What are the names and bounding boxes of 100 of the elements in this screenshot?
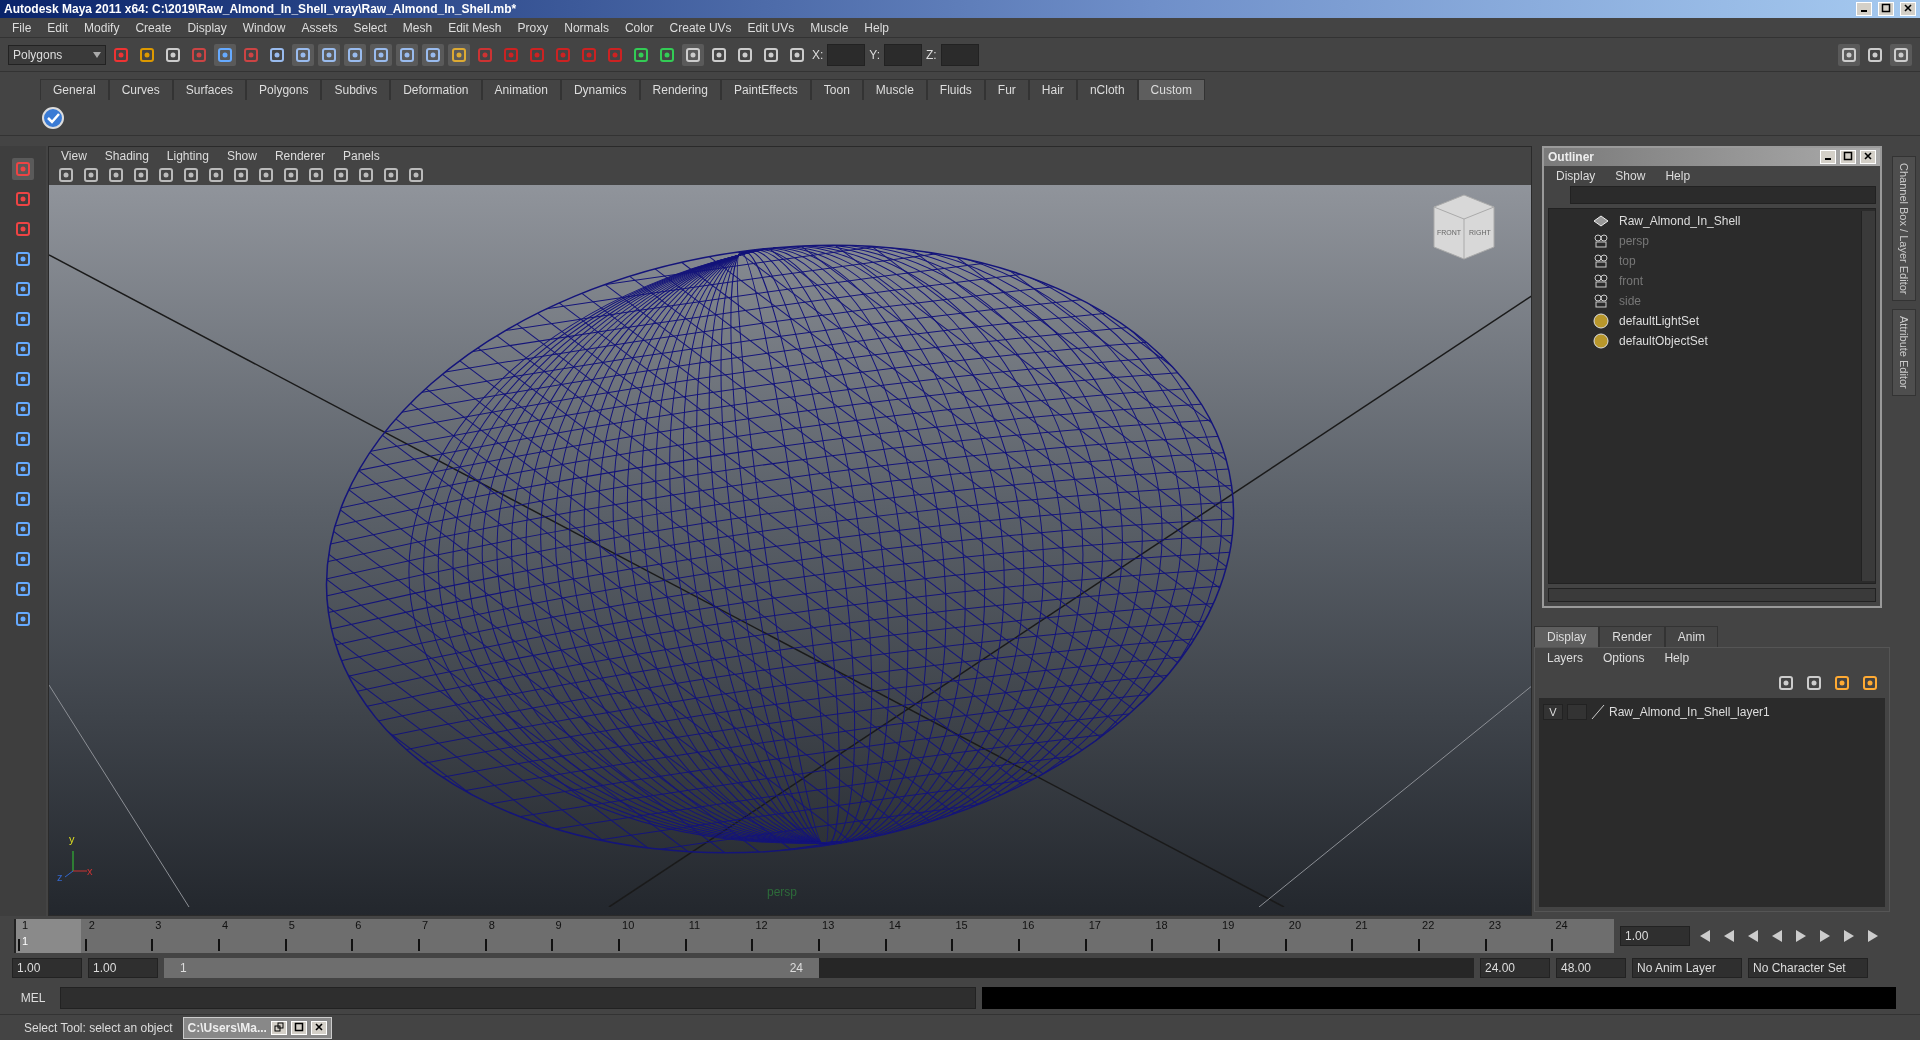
side-tab[interactable]: Attribute Editor <box>1892 309 1916 397</box>
menu-item[interactable]: Display <box>179 20 235 35</box>
shelf-tab[interactable]: Custom <box>1137 79 1205 100</box>
menu-item[interactable]: Modify <box>76 20 128 35</box>
command-language-label[interactable]: MEL <box>12 991 54 1005</box>
menu-item[interactable]: Mesh <box>394 20 441 35</box>
axis-label: z <box>57 871 63 883</box>
end-time-field[interactable]: 48.00 <box>1556 958 1626 978</box>
shelf-tab[interactable]: Hair <box>1028 79 1077 100</box>
frame-number: 18 <box>1155 919 1168 931</box>
menu-item[interactable]: Proxy <box>509 20 557 35</box>
time-slider[interactable]: 1 1 2 3 4 5 6 7 8 9 10 11 12 13 14 15 16 17 18 19 20 21 22 23 24 <box>14 919 1614 953</box>
coordinate-field[interactable] <box>884 43 923 66</box>
character-set-dropdown[interactable]: No Character Set <box>1748 958 1868 978</box>
menu-item[interactable]: File <box>4 20 40 35</box>
shelf-tab[interactable]: Subdivs <box>321 79 391 100</box>
frame-number: 24 <box>1555 919 1568 931</box>
minimize-icon <box>1825 158 1831 160</box>
visibility-toggle[interactable]: V <box>1543 704 1563 720</box>
shelf-tab[interactable]: Fluids <box>926 79 985 100</box>
search-field[interactable] <box>1570 186 1876 204</box>
menu-item[interactable]: Color <box>616 20 662 35</box>
menu-item[interactable]: Options <box>1595 651 1653 665</box>
viewport-menu-item[interactable]: Show <box>218 149 265 163</box>
mode-dropdown[interactable]: Polygons <box>8 44 106 65</box>
layer-tab[interactable]: Render <box>1599 626 1665 647</box>
menu-item[interactable]: Layers <box>1539 651 1592 665</box>
shelf-tab[interactable]: Rendering <box>639 79 721 100</box>
viewport-menu-item[interactable]: Lighting <box>158 149 217 163</box>
shelf-tab[interactable]: Deformation <box>390 79 482 100</box>
shelf-tab[interactable]: Fur <box>984 79 1029 100</box>
layer-name[interactable]: Raw_Almond_In_Shell_layer1 <box>1609 705 1770 719</box>
anim-layer-dropdown[interactable]: No Anim Layer <box>1632 958 1742 978</box>
shelf-tab[interactable]: Muscle <box>862 79 927 100</box>
close-button[interactable] <box>1860 150 1876 164</box>
layer-tab[interactable]: Anim <box>1664 626 1719 647</box>
menu-item[interactable]: Help <box>856 20 897 35</box>
outliner-item[interactable]: defaultObjectSet <box>1549 331 1861 351</box>
axis-label: y <box>69 833 75 845</box>
menu-item[interactable]: Edit Mesh <box>440 20 510 35</box>
frame-number: 4 <box>222 919 229 931</box>
side-tab[interactable]: Channel Box / Layer Editor <box>1892 156 1916 302</box>
shelf-tab[interactable]: Surfaces <box>172 79 247 100</box>
shelf-tab[interactable]: Dynamics <box>560 79 640 100</box>
playback-end-field[interactable]: 24.00 <box>1480 958 1550 978</box>
menu-item[interactable]: Muscle <box>802 20 857 35</box>
scrollbar[interactable] <box>1861 211 1875 581</box>
menu-item[interactable]: Assets <box>293 20 346 35</box>
coordinate-field[interactable] <box>827 43 866 66</box>
command-input-field[interactable] <box>60 987 976 1009</box>
shelf-tab[interactable]: Toon <box>810 79 863 100</box>
menu-item[interactable]: Select <box>345 20 395 35</box>
shelf-tab[interactable]: Polygons <box>246 79 322 100</box>
viewport-menu-item[interactable]: Panels <box>334 149 388 163</box>
layer-tab[interactable]: Display <box>1534 626 1600 647</box>
menu-item[interactable]: Show <box>1607 169 1654 183</box>
close-button[interactable] <box>310 1020 327 1035</box>
close-icon <box>313 1021 324 1032</box>
frame-number: 14 <box>888 919 901 931</box>
range-slider[interactable]: 1 24 <box>164 958 1474 978</box>
maximize-button[interactable] <box>1840 150 1856 164</box>
minimize-button[interactable] <box>1820 150 1836 164</box>
maximize-button[interactable] <box>290 1020 307 1035</box>
start-time-field[interactable]: 1.00 <box>12 958 82 978</box>
menu-item[interactable]: Normals <box>556 20 617 35</box>
caret-icon <box>93 51 101 58</box>
close-button[interactable] <box>1900 2 1916 16</box>
range-bar[interactable]: 1 24 <box>164 958 819 978</box>
menu-item[interactable]: Display <box>1548 169 1604 183</box>
maximize-button[interactable] <box>1878 2 1894 16</box>
menu-item[interactable]: Edit UVs <box>739 20 803 35</box>
viewport-menu-item[interactable]: Renderer <box>266 149 333 163</box>
playback-start-field[interactable]: 1.00 <box>88 958 158 978</box>
menu-item[interactable]: Help <box>1656 651 1698 665</box>
menu-item[interactable]: Create <box>127 20 180 35</box>
restore-button[interactable] <box>270 1020 287 1035</box>
outliner-item[interactable]: defaultLightSet <box>1549 311 1861 331</box>
frame-number: 2 <box>88 919 95 931</box>
coordinate-field[interactable] <box>940 43 979 66</box>
checkmark-icon[interactable] <box>42 106 64 129</box>
shelf-tab[interactable]: Animation <box>481 79 561 100</box>
shelf-tab[interactable]: nCloth <box>1076 79 1138 100</box>
shelf-tab[interactable]: General <box>40 79 109 100</box>
outliner-item[interactable]: Raw_Almond_In_Shell <box>1549 211 1861 231</box>
mesh-icon <box>1593 213 1609 229</box>
menu-item[interactable]: Edit <box>39 20 77 35</box>
shelf-tab[interactable]: Curves <box>108 79 173 100</box>
menu-item[interactable]: Create UVs <box>661 20 740 35</box>
viewport-menu-item[interactable]: Shading <box>96 149 157 163</box>
minimize-button[interactable] <box>1856 2 1872 16</box>
color-slash-icon[interactable] <box>1591 704 1605 720</box>
menu-item[interactable]: Help <box>1657 169 1699 183</box>
current-time-field[interactable]: 1.00 <box>1620 926 1690 946</box>
frame-number: 22 <box>1422 919 1435 931</box>
scrollbar[interactable] <box>1548 588 1876 602</box>
coordinate-label: Y: <box>869 47 881 62</box>
shelf-tab[interactable]: PaintEffects <box>720 79 811 100</box>
viewport-menu-item[interactable]: View <box>53 149 95 163</box>
restore-icon <box>273 1021 284 1032</box>
menu-item[interactable]: Window <box>234 20 294 35</box>
